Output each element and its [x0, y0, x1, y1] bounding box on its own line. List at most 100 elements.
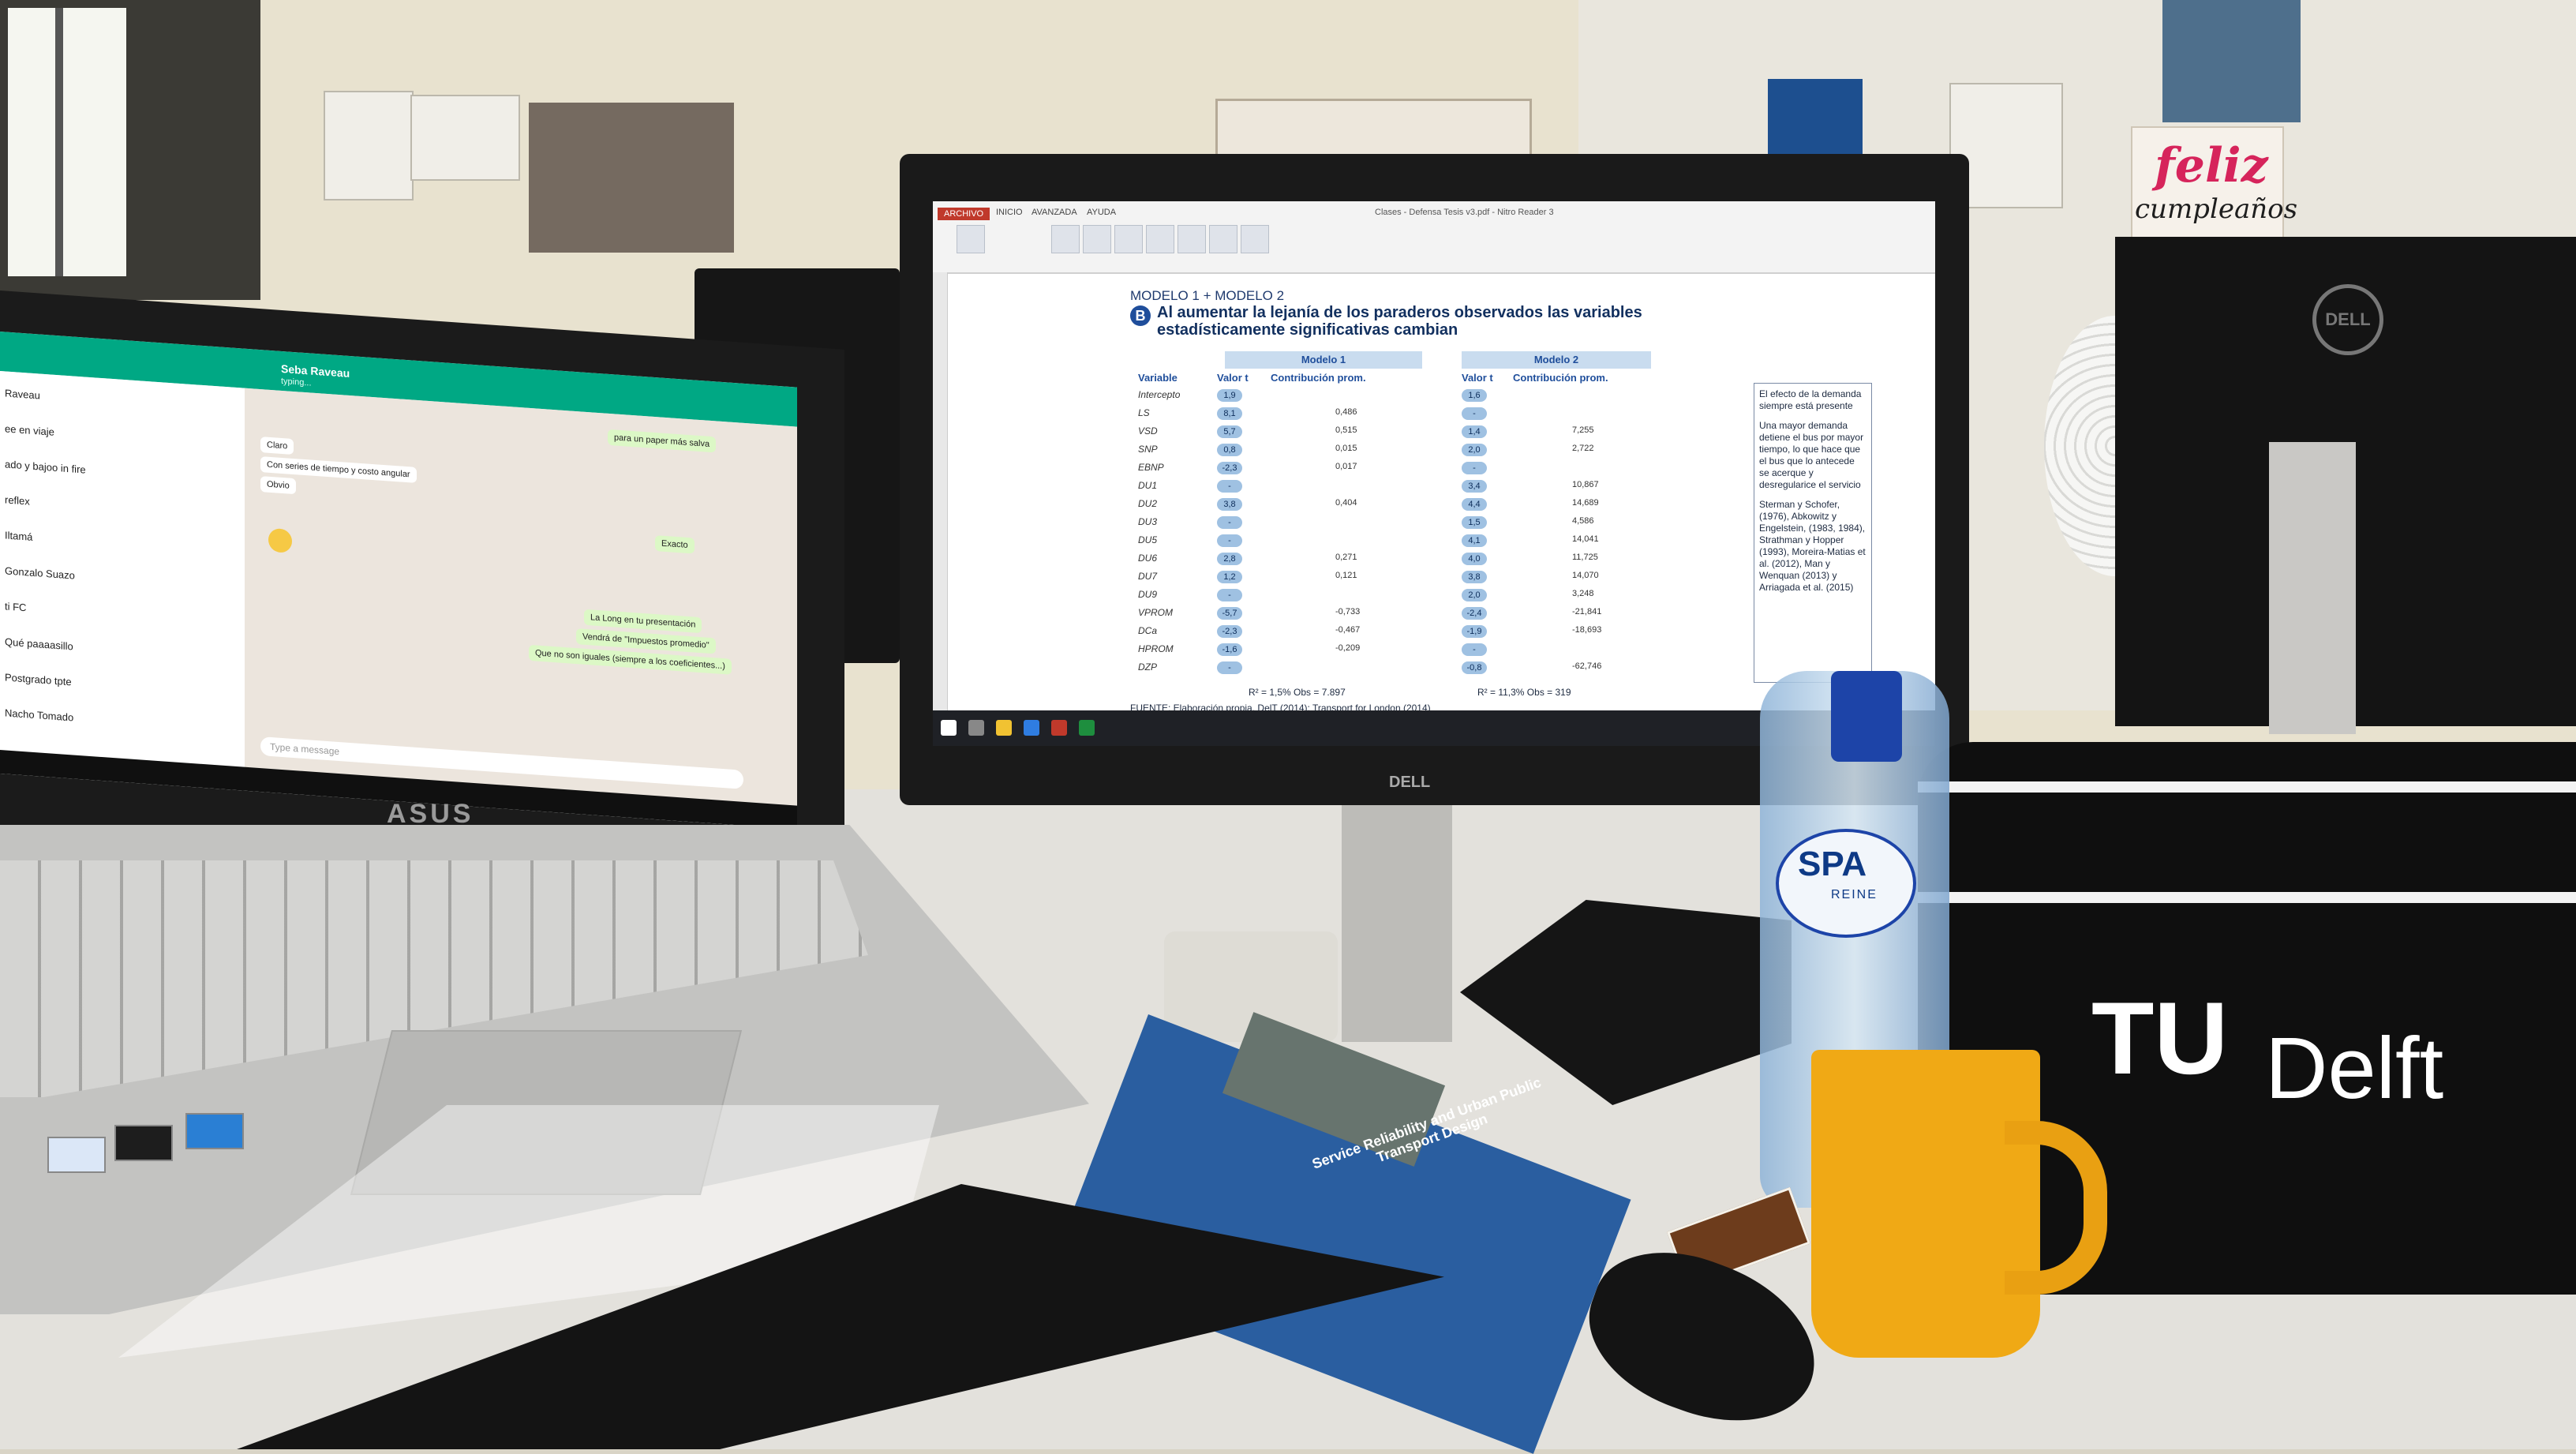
model2-contribution: 14,041	[1572, 534, 1599, 544]
select-icon[interactable]	[1051, 225, 1080, 253]
model1-t-value: -	[1217, 589, 1242, 601]
slide-badge: B	[1130, 305, 1151, 326]
tab-archivo[interactable]: ARCHIVO	[938, 208, 990, 220]
model2-header: Modelo 2	[1462, 351, 1651, 369]
bag-stripe	[1918, 892, 2576, 903]
model1-t-value: 2,8	[1217, 553, 1242, 565]
model1-contribution: -0,733	[1335, 607, 1361, 616]
create-pdf-icon[interactable]	[1178, 225, 1206, 253]
chat-list-item[interactable]: Postgrado tpte	[5, 671, 72, 688]
model2-t-value: -1,9	[1462, 625, 1487, 638]
pdf-reader-icon[interactable]	[1051, 720, 1067, 736]
slide-subtitle: MODELO 1 + MODELO 2	[1130, 288, 1285, 303]
tab-avanzada[interactable]: AVANZADA	[1032, 208, 1077, 217]
window-bar	[55, 8, 63, 276]
model1-t-value: -	[1217, 516, 1242, 529]
note-1: El efecto de la demanda siempre está pre…	[1759, 388, 1862, 411]
t2-header: Valor t	[1462, 372, 1493, 384]
chat-list-item[interactable]: reflex	[5, 493, 30, 507]
tab-inicio[interactable]: INICIO	[996, 208, 1023, 217]
model2-t-value: 4,0	[1462, 553, 1487, 565]
chat-list-item[interactable]: Iltamá	[5, 529, 32, 542]
model2-t-value: 4,1	[1462, 534, 1487, 547]
model1-contribution: 0,271	[1335, 553, 1357, 562]
model1-contribution: 0,404	[1335, 498, 1357, 508]
table-variable: DU3	[1138, 516, 1158, 527]
bottle-brand: SPA	[1798, 845, 1867, 883]
extract-icon[interactable]	[1241, 225, 1269, 253]
birthday-text: feliz	[2155, 138, 2268, 193]
bottle-cap	[1831, 671, 1902, 762]
model1-t-value: 1,9	[1217, 389, 1242, 402]
hand-tool-icon[interactable]	[957, 225, 985, 253]
model1-contribution: -0,209	[1335, 643, 1361, 653]
chat-list-item[interactable]: Gonzalo Suazo	[5, 564, 75, 581]
model1-t-value: 8,1	[1217, 407, 1242, 420]
laptop-screen: Seba Raveau typing... Raveau ee en viaje…	[0, 332, 797, 830]
contrib2-header: Contribución prom.	[1513, 372, 1608, 384]
model1-contribution: 0,017	[1335, 462, 1357, 471]
nvidia-sticker	[114, 1125, 173, 1161]
pdf-slide: MODELO 1 + MODELO 2 B Al aumentar la lej…	[1130, 288, 1872, 714]
table-variable: DU7	[1138, 571, 1158, 582]
birthday-subtext: cumpleaños	[2135, 193, 2298, 225]
highlight-icon[interactable]	[1083, 225, 1111, 253]
model2-contribution: 4,586	[1572, 516, 1594, 526]
notes-box: El efecto de la demanda siempre está pre…	[1754, 383, 1872, 683]
side-pane[interactable]	[933, 272, 948, 714]
folder-icon[interactable]	[996, 720, 1012, 736]
search-icon[interactable]	[968, 720, 984, 736]
model1-t-value: -1,6	[1217, 643, 1242, 656]
model2-t-value: -	[1462, 407, 1487, 420]
right-monitor-stand	[2269, 442, 2356, 734]
model2-contribution: 14,070	[1572, 571, 1599, 580]
asus-logo: ASUS	[387, 799, 474, 829]
windows-start-icon[interactable]	[941, 720, 957, 736]
model2-contribution: 10,867	[1572, 480, 1599, 489]
sign-icon[interactable]	[1146, 225, 1174, 253]
chat-list-item[interactable]: Qué paaaasillo	[5, 635, 73, 652]
city-photo	[529, 103, 734, 253]
model1-t-value: -2,3	[1217, 462, 1242, 474]
model1-contribution: 0,121	[1335, 571, 1357, 580]
chat-list-item[interactable]: ti FC	[5, 600, 26, 613]
model2-t-value: -0,8	[1462, 661, 1487, 674]
t1-header: Valor t	[1217, 372, 1249, 384]
chat-list-item[interactable]: ee en viaje	[5, 422, 54, 437]
model1-contribution: 0,486	[1335, 407, 1357, 417]
chat-list-item[interactable]: Raveau	[5, 387, 40, 401]
table-variable: DU6	[1138, 553, 1158, 564]
message-out: para un paper más salva	[608, 429, 717, 453]
monitor-screen: ARCHIVO INICIO AVANZADA AYUDA Clases - D…	[933, 201, 1935, 746]
model1-contribution: -0,467	[1335, 625, 1361, 635]
model2-t-value: -2,4	[1462, 607, 1487, 620]
model2-stats: R² = 11,3% Obs = 319	[1477, 687, 1571, 698]
chat-list: Raveau ee en viaje ado y bajoo in fire r…	[0, 371, 245, 767]
convert-icon[interactable]	[1209, 225, 1237, 253]
energy-star-sticker	[185, 1113, 244, 1149]
model2-t-value: 2,0	[1462, 589, 1487, 601]
model1-contribution: 0,015	[1335, 444, 1357, 453]
dell-logo: DELL	[1389, 774, 1431, 791]
note-2: Una mayor demanda detiene el bus por may…	[1759, 420, 1864, 490]
model1-t-value: 3,8	[1217, 498, 1242, 511]
chat-list-item[interactable]: Nacho Tomado	[5, 706, 73, 723]
bag-logo-delft: Delft	[2265, 1020, 2444, 1117]
model2-t-value: 4,4	[1462, 498, 1487, 511]
message-out: Exacto	[655, 535, 695, 554]
type-text-icon[interactable]	[1114, 225, 1143, 253]
model2-t-value: 1,5	[1462, 516, 1487, 529]
table-variable: DU5	[1138, 534, 1158, 545]
bottle-subbrand: REINE	[1831, 888, 1878, 901]
chat-list-item[interactable]: ado y bajoo in fire	[5, 458, 86, 475]
tab-ayuda[interactable]: AYUDA	[1087, 208, 1116, 217]
model2-contribution: 11,725	[1572, 553, 1598, 562]
table-variable: VPROM	[1138, 607, 1174, 618]
landscape-poster	[2162, 0, 2301, 122]
bag-stripe	[1918, 781, 2576, 793]
browser-icon[interactable]	[1024, 720, 1039, 736]
excel-icon[interactable]	[1079, 720, 1095, 736]
model2-t-value: 2,0	[1462, 444, 1487, 456]
child-drawing-poster	[324, 91, 414, 200]
window-title: Clases - Defensa Tesis v3.pdf - Nitro Re…	[1375, 208, 1554, 217]
